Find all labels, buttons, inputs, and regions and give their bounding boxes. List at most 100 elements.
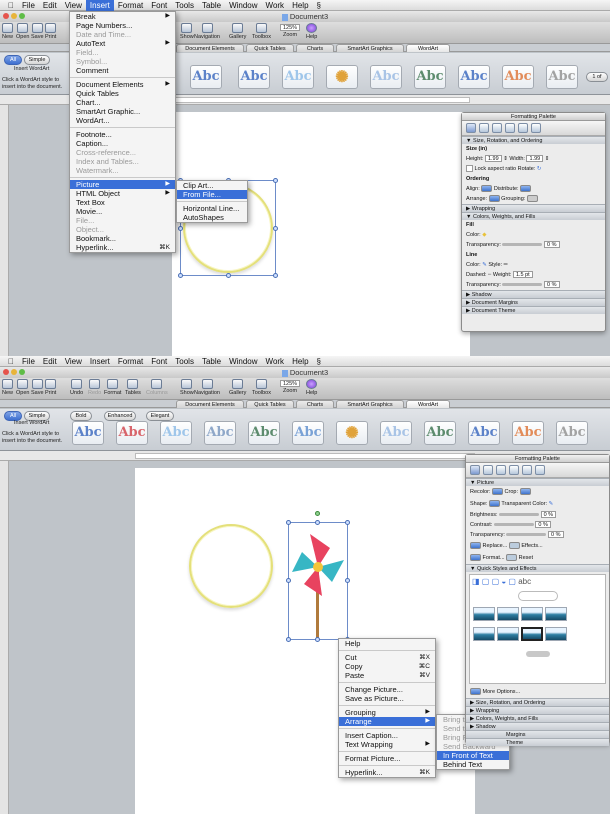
tb-undo-button[interactable]: Undo — [70, 379, 83, 396]
crop-button[interactable] — [519, 488, 531, 496]
format-button[interactable]: Format... — [483, 555, 505, 561]
palette-title[interactable]: Formatting Palette — [466, 455, 609, 463]
tb-help-button[interactable]: Help — [306, 379, 317, 396]
lock-aspect-checkbox[interactable] — [466, 165, 473, 173]
transparent-color-icon[interactable]: ✎ — [549, 501, 554, 507]
tb-new-button[interactable]: New — [2, 379, 13, 396]
width-field[interactable]: 1.99 — [526, 155, 544, 163]
quick-style-thumb[interactable] — [497, 607, 519, 621]
apple-menu-icon[interactable]:  — [4, 0, 18, 11]
context-menu-item[interactable]: Save as Picture... — [339, 694, 435, 703]
distribute-button[interactable] — [520, 185, 532, 193]
tb-format-button[interactable]: Format — [104, 379, 121, 396]
quick-style-thumb[interactable] — [545, 607, 567, 621]
section-quick-styles[interactable]: ▼ Quick Styles and Effects — [466, 564, 609, 572]
tab-smartart[interactable]: SmartArt Graphics — [336, 44, 404, 52]
gallery-pager[interactable] — [525, 651, 550, 657]
wordart-style-4[interactable]: ✺ — [326, 65, 358, 89]
context-menu-item[interactable]: Format Picture... — [339, 754, 435, 763]
palette-title[interactable]: Formatting Palette — [462, 113, 605, 121]
wordart-style-10[interactable]: Abc — [468, 421, 500, 445]
menu-font[interactable]: Font — [147, 356, 171, 367]
tb-redo-button[interactable]: Redo — [88, 379, 101, 396]
resize-handle[interactable] — [345, 520, 350, 525]
context-menu-item[interactable]: Hyperlink... ⌘K — [339, 768, 435, 777]
brightness-field[interactable]: 0 % — [540, 511, 557, 519]
section-wrapping[interactable]: ▶ Wrapping — [466, 706, 609, 714]
menu-edit[interactable]: Edit — [39, 356, 61, 367]
menu-font[interactable]: Font — [147, 0, 171, 11]
insert-menu-item[interactable]: Cross-reference... — [70, 148, 175, 157]
wordart-style-6[interactable]: Abc — [414, 65, 446, 89]
tb-columns-button[interactable]: Columns — [146, 379, 168, 396]
formatting-icon[interactable] — [470, 465, 480, 475]
menu-window[interactable]: Window — [225, 356, 261, 367]
menu-edit[interactable]: Edit — [39, 0, 61, 11]
script-icon[interactable]: § — [313, 356, 325, 367]
apple-menu-icon[interactable]:  — [4, 356, 18, 367]
menu-tools[interactable]: Tools — [171, 0, 198, 11]
tab-quick-tables[interactable]: Quick Tables — [246, 400, 294, 408]
wordart-style-11[interactable]: Abc — [512, 421, 544, 445]
insert-menu-item[interactable]: Break ▶ — [70, 12, 175, 21]
section-theme[interactable]: Theme — [466, 738, 609, 746]
wordart-style-5[interactable]: Abc — [370, 65, 402, 89]
insert-menu-item[interactable]: Picture ▶ — [70, 180, 175, 189]
vertical-ruler-top[interactable] — [0, 105, 9, 356]
wordart-style-8[interactable]: Abc — [380, 421, 412, 445]
pic-transparency-slider[interactable] — [506, 533, 547, 537]
filter-all[interactable]: All — [4, 55, 22, 65]
section-picture[interactable]: ▼ Picture — [466, 478, 609, 486]
menu-window[interactable]: Window — [225, 0, 261, 11]
insert-menu-item[interactable]: Document Elements ▶ — [70, 80, 175, 89]
context-menu-item[interactable]: Help — [339, 639, 435, 648]
menu-view[interactable]: View — [61, 0, 86, 11]
tab-smartart[interactable]: SmartArt Graphics — [336, 400, 404, 408]
fill-transparency-field[interactable]: 0 % — [544, 241, 560, 249]
tb-show-button[interactable]: Show — [180, 23, 194, 40]
resize-handle[interactable] — [273, 273, 278, 278]
insert-menu-item[interactable]: Text Box — [70, 198, 175, 207]
menu-format[interactable]: Format — [114, 0, 147, 11]
context-menu-item[interactable]: Arrange ▶ — [339, 717, 435, 726]
fill-transparency-slider[interactable] — [502, 243, 543, 247]
resize-handle[interactable] — [345, 578, 350, 583]
resize-handle[interactable] — [286, 578, 291, 583]
wordart-style-2[interactable]: Abc — [116, 421, 148, 445]
weight-field[interactable]: 1.5 pt — [512, 271, 533, 279]
quick-style-type-row[interactable]: ◨ ▢ ▢ ◒ ▢ abc — [472, 577, 603, 587]
tab-document-elements[interactable]: Document Elements — [176, 400, 244, 408]
quick-style-thumb[interactable] — [497, 627, 519, 641]
context-menu-item[interactable]: Change Picture... — [339, 685, 435, 694]
insert-menu-item[interactable]: Watermark... — [70, 166, 175, 175]
filter-simple[interactable]: Simple — [24, 55, 50, 65]
filter-elegant[interactable]: Elegant — [146, 411, 174, 421]
scrapbook-icon[interactable] — [509, 465, 519, 475]
section-doc-theme[interactable]: ▶ Document Theme — [462, 306, 605, 314]
recolor-button[interactable] — [492, 488, 504, 496]
quick-style-thumb[interactable] — [473, 627, 495, 641]
tab-charts[interactable]: Charts — [296, 400, 334, 408]
tb-show-button[interactable]: Show — [180, 379, 194, 396]
insert-menu-item[interactable]: Symbol... — [70, 57, 175, 66]
wordart-style-1[interactable]: Abc — [72, 421, 104, 445]
compatibility-icon[interactable] — [535, 465, 545, 475]
wordart-style-8[interactable]: Abc — [502, 65, 534, 89]
pen-icon[interactable]: ✎ — [482, 262, 487, 268]
insert-menu-item[interactable]: Object... — [70, 225, 175, 234]
minimize-window-icon[interactable] — [11, 13, 17, 19]
contrast-slider[interactable] — [493, 523, 534, 527]
height-field[interactable]: 1.99 — [484, 155, 502, 163]
contrast-field[interactable]: 0 % — [535, 521, 551, 529]
insert-menu-item[interactable]: AutoText ▶ — [70, 39, 175, 48]
picture-submenu-item[interactable]: From File... — [177, 190, 247, 199]
script-icon[interactable]: § — [313, 0, 325, 11]
insert-menu-item[interactable]: Chart... — [70, 98, 175, 107]
insert-menu-item[interactable]: SmartArt Graphic... — [70, 107, 175, 116]
insert-menu-item[interactable]: Movie... — [70, 207, 175, 216]
menu-work[interactable]: Work — [262, 0, 289, 11]
tb-navigation-button[interactable]: Navigation — [194, 379, 220, 396]
tb-navigation-button[interactable]: Navigation — [194, 23, 220, 40]
insert-menu-item[interactable]: Field... — [70, 48, 175, 57]
zoom-window-icon[interactable] — [19, 369, 25, 375]
